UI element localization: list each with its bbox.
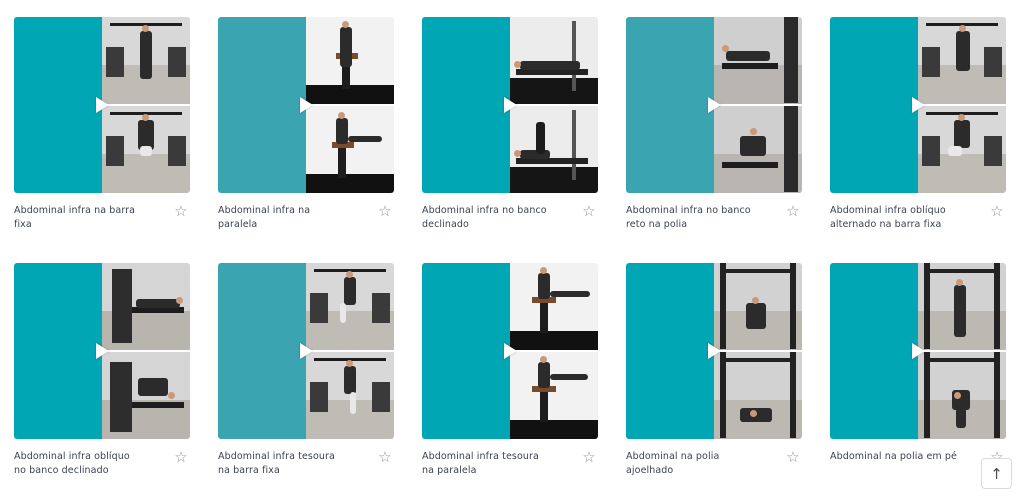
exercise-card[interactable]: Abdominal infra na barra fixa ☆: [14, 17, 190, 244]
exercise-photo-top: [714, 17, 802, 104]
exercise-photos: [510, 17, 598, 193]
exercise-photo-bottom: [510, 104, 598, 193]
play-icon[interactable]: [912, 343, 925, 359]
exercise-grid: Abdominal infra na barra fixa ☆ Abdomina…: [14, 17, 1006, 490]
exercise-photo-top: [306, 17, 394, 104]
exercise-thumbnail[interactable]: [626, 263, 802, 439]
teal-panel: [218, 263, 306, 439]
play-icon[interactable]: [300, 97, 313, 113]
star-outline-icon[interactable]: ☆: [989, 203, 1005, 219]
exercise-thumbnail[interactable]: [422, 263, 598, 439]
star-outline-icon[interactable]: ☆: [377, 203, 393, 219]
star-outline-icon[interactable]: ☆: [581, 203, 597, 219]
exercise-title: Abdominal na polia em pé: [830, 451, 957, 462]
exercise-thumbnail[interactable]: [422, 17, 598, 193]
teal-panel: [830, 263, 918, 439]
exercise-photos: [102, 17, 190, 193]
teal-panel: [830, 17, 918, 193]
exercise-photo-top: [510, 263, 598, 350]
exercise-photos: [306, 17, 394, 193]
exercise-thumbnail[interactable]: [14, 17, 190, 193]
exercise-title: Abdominal na polia ajoelhado: [626, 451, 720, 476]
exercise-photos: [306, 263, 394, 439]
scroll-to-top-button[interactable]: ↑: [981, 458, 1012, 489]
exercise-thumbnail[interactable]: [830, 17, 1006, 193]
exercise-photo-bottom: [714, 104, 802, 193]
star-outline-icon[interactable]: ☆: [377, 449, 393, 465]
exercise-thumbnail[interactable]: [218, 263, 394, 439]
star-outline-icon[interactable]: ☆: [785, 203, 801, 219]
exercise-photo-bottom: [510, 350, 598, 439]
star-outline-icon[interactable]: ☆: [173, 449, 189, 465]
exercise-card[interactable]: Abdominal na polia ajoelhado ☆: [626, 263, 802, 490]
play-icon[interactable]: [504, 97, 517, 113]
exercise-card[interactable]: Abdominal infra na paralela ☆: [218, 17, 394, 244]
teal-panel: [422, 263, 510, 439]
exercise-photo-bottom: [918, 350, 1006, 439]
exercise-photo-bottom: [306, 350, 394, 439]
exercise-title: Abdominal infra oblíquo no banco declina…: [14, 451, 130, 476]
play-icon[interactable]: [96, 343, 109, 359]
play-icon[interactable]: [708, 97, 721, 113]
teal-panel: [422, 17, 510, 193]
play-icon[interactable]: [504, 343, 517, 359]
exercise-title: Abdominal infra na barra fixa: [14, 205, 136, 230]
play-icon[interactable]: [96, 97, 109, 113]
exercise-photo-top: [510, 17, 598, 104]
exercise-card[interactable]: Abdominal infra oblíquo alternado na bar…: [830, 17, 1006, 244]
play-icon[interactable]: [708, 343, 721, 359]
exercise-title: Abdominal infra no banco reto na polia: [626, 205, 751, 230]
star-outline-icon[interactable]: ☆: [785, 449, 801, 465]
exercise-photos: [918, 17, 1006, 193]
exercise-photo-top: [102, 17, 190, 104]
exercise-title: Abdominal infra oblíquo alternado na bar…: [830, 205, 946, 230]
exercise-thumbnail[interactable]: [830, 263, 1006, 439]
arrow-up-icon: ↑: [990, 464, 1003, 483]
teal-panel: [626, 17, 714, 193]
exercise-photo-bottom: [714, 350, 802, 439]
exercise-thumbnail[interactable]: [218, 17, 394, 193]
exercise-title: Abdominal infra no banco declinado: [422, 205, 547, 230]
exercise-photos: [714, 17, 802, 193]
exercise-title: Abdominal infra tesoura na paralela: [422, 451, 539, 476]
exercise-photos: [510, 263, 598, 439]
exercise-photos: [918, 263, 1006, 439]
teal-panel: [626, 263, 714, 439]
exercise-photo-bottom: [102, 350, 190, 439]
exercise-photo-top: [714, 263, 802, 350]
exercise-photo-top: [918, 17, 1006, 104]
exercise-title: Abdominal infra tesoura na barra fixa: [218, 451, 335, 476]
exercise-photos: [102, 263, 190, 439]
exercise-photo-bottom: [918, 104, 1006, 193]
play-icon[interactable]: [912, 97, 925, 113]
exercise-card[interactable]: Abdominal infra oblíquo no banco declina…: [14, 263, 190, 490]
exercise-thumbnail[interactable]: [626, 17, 802, 193]
exercise-card[interactable]: Abdominal infra no banco declinado ☆: [422, 17, 598, 244]
exercise-card[interactable]: Abdominal infra tesoura na paralela ☆: [422, 263, 598, 490]
exercise-photo-top: [306, 263, 394, 350]
exercise-photo-bottom: [102, 104, 190, 193]
star-outline-icon[interactable]: ☆: [173, 203, 189, 219]
exercise-card[interactable]: Abdominal na polia em pé ☆: [830, 263, 1006, 490]
teal-panel: [14, 17, 102, 193]
exercise-card[interactable]: Abdominal infra tesoura na barra fixa ☆: [218, 263, 394, 490]
exercise-title: Abdominal infra na paralela: [218, 205, 311, 230]
star-outline-icon[interactable]: ☆: [581, 449, 597, 465]
play-icon[interactable]: [300, 343, 313, 359]
exercise-card[interactable]: Abdominal infra no banco reto na polia ☆: [626, 17, 802, 244]
teal-panel: [218, 17, 306, 193]
exercise-photo-top: [102, 263, 190, 350]
exercise-photo-bottom: [306, 104, 394, 193]
exercise-thumbnail[interactable]: [14, 263, 190, 439]
exercise-photo-top: [918, 263, 1006, 350]
exercise-photos: [714, 263, 802, 439]
teal-panel: [14, 263, 102, 439]
